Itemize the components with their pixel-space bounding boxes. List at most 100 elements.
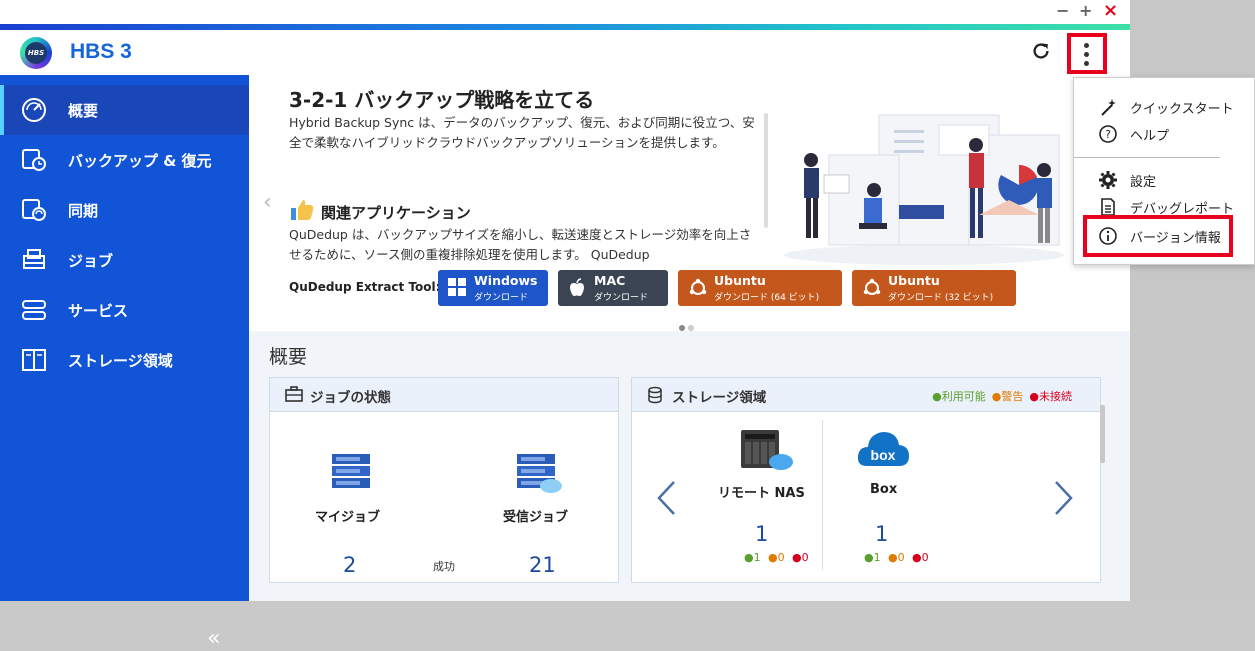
refresh-icon[interactable] [1030, 40, 1052, 62]
received-server-icon [517, 454, 562, 493]
my-jobs-label: マイジョブ [315, 510, 381, 525]
stat-value: 1 [753, 551, 761, 564]
job-icon [23, 249, 45, 269]
button-sub-label: ダウンロード [594, 293, 649, 303]
sidebar-item-backup-restore[interactable]: バックアップ & 復元 [0, 135, 249, 185]
download-ubuntu-64-button[interactable]: Ubuntu ダウンロード (64 ビット) [678, 270, 842, 306]
banner-text: Hybrid Backup Sync は、データのバックアップ、復元、および同期… [289, 115, 755, 150]
menu-item-label: クイックスタート [1130, 102, 1234, 117]
sidebar-item-label: バックアップ & 復元 [68, 151, 212, 170]
sidebar-item-label: サービス [68, 301, 129, 320]
download-windows-button[interactable]: Windows ダウンロード [438, 270, 548, 306]
stat-value: 0 [801, 551, 809, 564]
storage-item-count[interactable]: 1 [755, 522, 768, 546]
legend-disconnected: ●未接続 [1029, 390, 1072, 403]
sidebar: 概要 バックアップ & 復元 同期 ジョブ サービス ストレージ領域 « [0, 75, 249, 651]
button-sub-label: ダウンロード [474, 293, 529, 303]
carousel-prev-icon[interactable]: ‹ [263, 190, 272, 215]
menu-item-quick-start[interactable]: クイックスタート [1074, 93, 1255, 120]
card-header: ストレージ領域 ●利用可能 ●警告 ●未接続 [632, 378, 1100, 412]
card-title: ジョブの状態 [310, 390, 391, 406]
windows-icon [448, 278, 466, 296]
related-apps-text: QuDedup は、バックアップサイズを縮小し、転送速度とストレージ効率を向上さ… [289, 227, 752, 262]
banner-scrollbar[interactable] [764, 113, 768, 228]
banner-heading: 3-2-1 バックアップ戦略を立てる [289, 88, 595, 112]
sidebar-item-label: 概要 [68, 101, 99, 120]
stat-value: 0 [777, 551, 785, 564]
sidebar-item-storage[interactable]: ストレージ領域 [0, 335, 249, 385]
dashboard-icon [22, 98, 46, 122]
maximize-button[interactable]: + [1079, 2, 1092, 20]
stat-disconnected: ●0 [912, 551, 929, 564]
job-status-card: ジョブの状態 マイジョブ 受信ジョブ 2 成功 21 [269, 377, 619, 583]
card-scrollbar[interactable] [1100, 405, 1105, 463]
sidebar-item-overview[interactable]: 概要 [0, 85, 249, 135]
my-jobs-count[interactable]: 2 [343, 553, 356, 577]
chevron-right-icon[interactable] [1052, 478, 1076, 518]
banner: ‹ 3-2-1 バックアップ戦略を立てる Hybrid Backup Sync … [249, 75, 1130, 331]
carousel-dots[interactable] [679, 316, 697, 335]
card-header: ジョブの状態 [270, 378, 618, 412]
main-content: ‹ 3-2-1 バックアップ戦略を立てる Hybrid Backup Sync … [249, 75, 1130, 601]
chevron-left-icon[interactable] [654, 478, 678, 518]
card-title: ストレージ領域 [672, 390, 767, 406]
ubuntu-icon [689, 278, 707, 295]
divider [822, 420, 823, 570]
stat-disconnected: ●0 [792, 551, 809, 564]
apple-icon [570, 278, 584, 297]
close-button[interactable]: × [1103, 2, 1118, 20]
briefcase-icon [285, 386, 303, 402]
carousel-dot[interactable] [688, 325, 694, 331]
download-ubuntu-32-button[interactable]: Ubuntu ダウンロード (32 ビット) [852, 270, 1016, 306]
hbs-logo-icon: HBS [20, 37, 52, 69]
box-cloud-icon: box [857, 432, 909, 466]
app-title: HBS 3 [70, 40, 132, 63]
ubuntu-icon [863, 278, 881, 295]
sidebar-item-jobs[interactable]: ジョブ [0, 235, 249, 285]
extract-tool-label: QuDedup Extract Tool: [289, 280, 441, 294]
menu-item-help[interactable]: ? ヘルプ [1074, 120, 1255, 147]
title-bar: − + × [0, 0, 1130, 24]
more-menu-button[interactable] [1067, 33, 1107, 74]
sidebar-item-label: 同期 [68, 201, 99, 220]
stat-available: ●1 [864, 551, 881, 564]
button-sub-label: ダウンロード (32 ビット) [888, 293, 994, 303]
storage-item-name: リモート NAS [718, 486, 805, 501]
database-icon [648, 386, 662, 404]
stat-value: 0 [897, 551, 905, 564]
help-icon: ? [1099, 125, 1117, 143]
banner-illustration [784, 114, 1064, 265]
thumbs-up-icon [291, 200, 314, 220]
carousel-dot[interactable] [679, 325, 685, 331]
menu-item-label: 設定 [1130, 175, 1157, 190]
sidebar-item-sync[interactable]: 同期 [0, 185, 249, 235]
received-jobs-count[interactable]: 21 [529, 553, 556, 577]
storage-item-count[interactable]: 1 [875, 522, 888, 546]
status-legend: ●利用可能 ●警告 ●未接続 [926, 388, 1072, 404]
svg-text:box: box [871, 447, 896, 463]
related-apps-heading: 関連アプリケーション [321, 204, 471, 222]
stat-available: ●1 [744, 551, 761, 564]
legend-warning: ●警告 [991, 390, 1024, 403]
document-icon [1101, 198, 1115, 216]
server-icon [332, 454, 370, 488]
button-sub-label: ダウンロード (64 ビット) [714, 293, 820, 303]
storage-icon [22, 349, 46, 371]
legend-available: ●利用可能 [932, 390, 986, 403]
button-os-label: Ubuntu [714, 273, 766, 288]
button-os-label: Windows [474, 273, 538, 288]
minimize-button[interactable]: − [1056, 2, 1069, 20]
sidebar-item-services[interactable]: サービス [0, 285, 249, 335]
download-mac-button[interactable]: MAC ダウンロード [558, 270, 668, 306]
backup-restore-icon [22, 149, 46, 171]
stat-warning: ●0 [888, 551, 905, 564]
button-os-label: Ubuntu [888, 273, 940, 288]
collapse-sidebar-button[interactable]: « [207, 626, 220, 651]
button-os-label: MAC [594, 273, 626, 288]
nas-icon [741, 430, 793, 470]
sidebar-item-label: ストレージ領域 [68, 351, 173, 370]
section-title: 概要 [269, 346, 308, 368]
sidebar-item-label: ジョブ [68, 251, 114, 270]
menu-item-settings[interactable]: 設定 [1074, 166, 1255, 193]
stat-value: 1 [873, 551, 881, 564]
